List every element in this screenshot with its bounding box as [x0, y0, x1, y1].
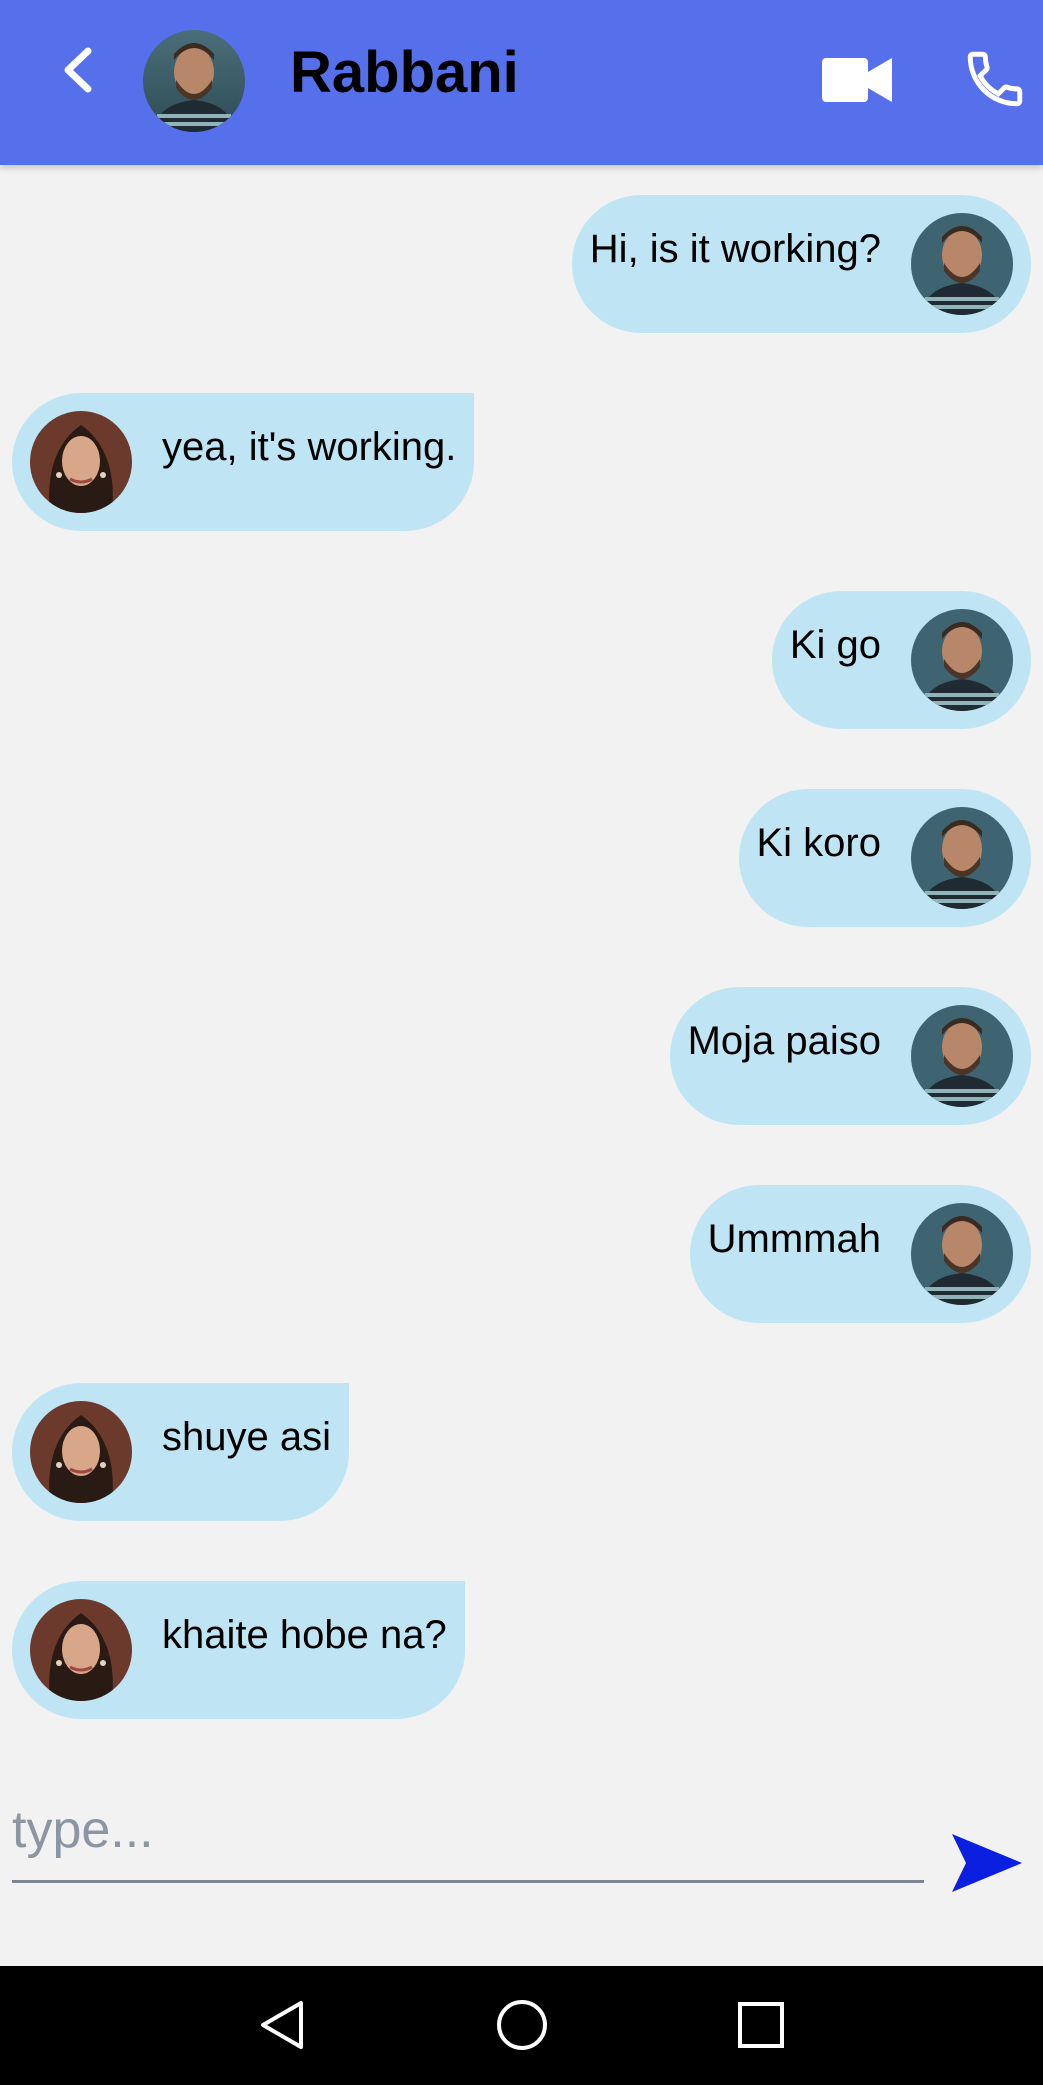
- contact-avatar[interactable]: [143, 30, 245, 132]
- composer: [12, 1780, 924, 1888]
- triangle-back-icon: [261, 2001, 303, 2049]
- send-icon: [952, 1834, 1022, 1892]
- message-bubble-sent[interactable]: Ummmah: [689, 1185, 1031, 1323]
- message-list[interactable]: Hi, is it working? yea, it's working. Ki…: [0, 165, 1043, 1725]
- message-bubble-sent[interactable]: Moja paiso: [669, 987, 1031, 1125]
- square-recents-icon: [738, 2002, 784, 2048]
- nav-recents-button[interactable]: [726, 1990, 796, 2060]
- message-text: Ummmah: [707, 1217, 881, 1261]
- back-button[interactable]: [50, 40, 106, 100]
- circle-home-icon: [497, 2000, 547, 2050]
- nav-back-button[interactable]: [248, 1990, 318, 2060]
- video-call-button[interactable]: [818, 50, 896, 110]
- message-bubble-sent[interactable]: Hi, is it working?: [571, 195, 1031, 333]
- message-input[interactable]: [12, 1780, 924, 1883]
- message-bubble-received[interactable]: yea, it's working.: [12, 393, 475, 531]
- sender-avatar: [911, 807, 1013, 909]
- recipient-avatar: [30, 411, 132, 513]
- recipient-avatar: [30, 1401, 132, 1503]
- message-text: khaite hobe na?: [162, 1613, 447, 1657]
- message-text: shuye asi: [162, 1415, 331, 1459]
- nav-home-button[interactable]: [487, 1990, 557, 2060]
- sender-avatar: [911, 609, 1013, 711]
- sender-avatar: [911, 213, 1013, 315]
- system-navigation-bar: [0, 1966, 1043, 2085]
- send-button[interactable]: [950, 1830, 1024, 1896]
- app-bar: Rabbani: [0, 0, 1043, 165]
- contact-name: Rabbani: [290, 40, 519, 105]
- message-text: yea, it's working.: [162, 425, 457, 469]
- chevron-left-icon: [64, 47, 92, 93]
- message-text: Ki koro: [756, 821, 882, 865]
- sender-avatar: [911, 1203, 1013, 1305]
- message-bubble-sent[interactable]: Ki koro: [738, 789, 1031, 927]
- message-text: Moja paiso: [687, 1019, 881, 1063]
- message-text: Ki go: [789, 623, 881, 667]
- recipient-avatar: [30, 1599, 132, 1701]
- phone-icon: [967, 51, 1023, 107]
- message-bubble-received[interactable]: shuye asi: [12, 1383, 349, 1521]
- video-camera-icon: [822, 58, 892, 102]
- sender-avatar: [911, 1005, 1013, 1107]
- voice-call-button[interactable]: [962, 46, 1028, 112]
- message-bubble-received[interactable]: khaite hobe na?: [12, 1581, 465, 1719]
- message-text: Hi, is it working?: [589, 227, 881, 271]
- message-bubble-sent[interactable]: Ki go: [771, 591, 1031, 729]
